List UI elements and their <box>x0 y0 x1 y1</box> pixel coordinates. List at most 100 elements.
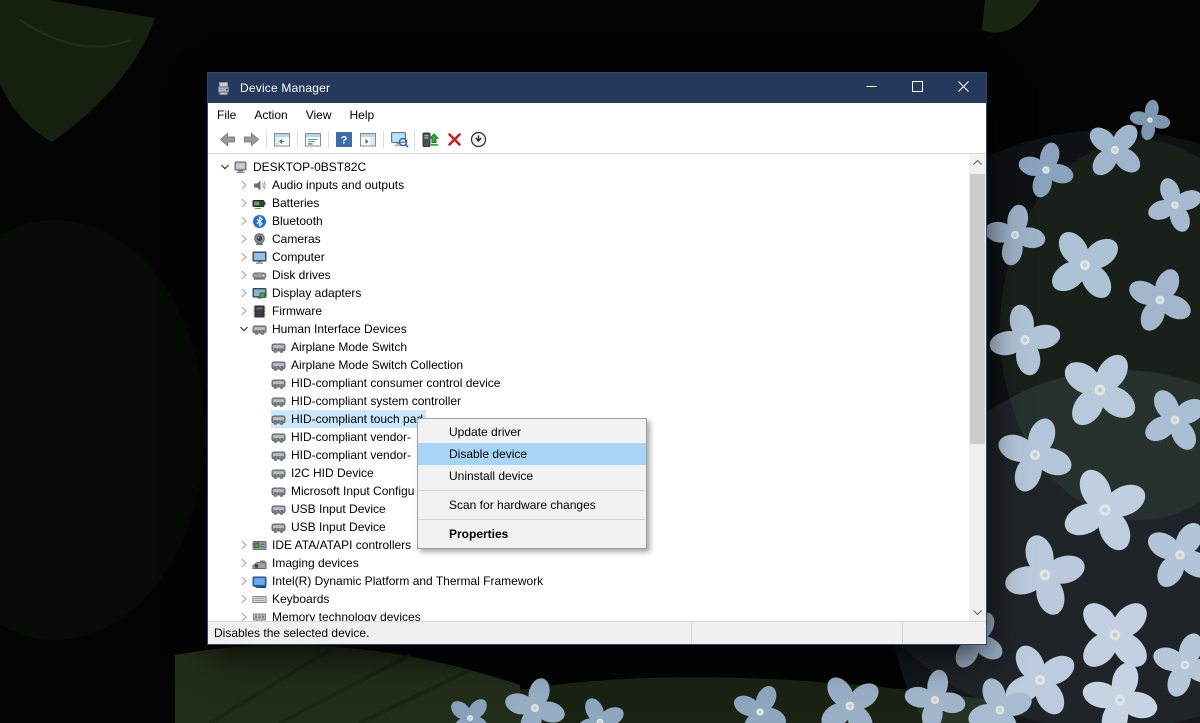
disable-device-button[interactable] <box>466 128 490 151</box>
tree-item[interactable]: Display adapters <box>252 284 364 302</box>
show-action-pane-button[interactable] <box>356 128 380 151</box>
help-button[interactable]: ? <box>332 128 356 151</box>
selected-tree-item[interactable]: HID-compliant touch pad <box>271 410 426 428</box>
tree-row[interactable]: Audio inputs and outputs <box>208 176 969 194</box>
tree-item[interactable]: USB Input Device <box>271 518 389 536</box>
tree-item[interactable]: DESKTOP-0BST82C <box>233 158 369 176</box>
window-title: Device Manager <box>240 81 330 95</box>
tree-item[interactable]: I2C HID Device <box>271 464 377 482</box>
show-hide-console-tree-button[interactable] <box>270 128 294 151</box>
tree-row[interactable]: Firmware <box>208 302 969 320</box>
tree-item[interactable]: Airplane Mode Switch <box>271 338 410 356</box>
tree-row[interactable]: Human Interface Devices <box>208 320 969 338</box>
caption-buttons <box>848 73 986 103</box>
context-menu-item-disable-device[interactable]: Disable device <box>418 443 646 465</box>
chevron-right-icon[interactable] <box>235 538 252 552</box>
maximize-button[interactable] <box>894 73 940 103</box>
tree-item[interactable]: Microsoft Input Configu <box>271 482 417 500</box>
context-menu-item-properties[interactable]: Properties <box>418 523 646 545</box>
tree-item[interactable]: Human Interface Devices <box>252 320 410 338</box>
tree-row[interactable]: HID-compliant system controller <box>208 392 969 410</box>
tree-item[interactable]: USB Input Device <box>271 500 389 518</box>
chevron-right-icon[interactable] <box>235 592 252 606</box>
context-menu-item-update-driver[interactable]: Update driver <box>418 421 646 443</box>
tree-row[interactable]: Display adapters <box>208 284 969 302</box>
tree-item[interactable]: Audio inputs and outputs <box>252 176 407 194</box>
chevron-right-icon[interactable] <box>235 250 252 264</box>
tree-item[interactable]: Cameras <box>252 230 324 248</box>
chevron-right-icon[interactable] <box>235 268 252 282</box>
tree-row[interactable]: Computer <box>208 248 969 266</box>
bluetooth-icon <box>252 214 267 229</box>
context-menu-item-scan-for-hardware-changes[interactable]: Scan for hardware changes <box>418 494 646 516</box>
tree-row[interactable]: Imaging devices <box>208 554 969 572</box>
tree-item[interactable]: HID-compliant consumer control device <box>271 374 503 392</box>
tree-item[interactable]: Memory technology devices <box>252 608 424 621</box>
back-arrow-icon <box>219 132 236 147</box>
scrollbar-up-arrow-icon[interactable] <box>969 154 986 171</box>
close-button[interactable] <box>940 73 986 103</box>
tree-item[interactable]: HID-compliant vendor- <box>271 446 414 464</box>
chevron-right-icon[interactable] <box>235 556 252 570</box>
tree-row[interactable]: Bluetooth <box>208 212 969 230</box>
tree-item-label: I2C HID Device <box>291 466 374 480</box>
chevron-right-icon[interactable] <box>235 304 252 318</box>
scrollbar-thumb[interactable] <box>970 174 985 444</box>
tree-item[interactable]: HID-compliant system controller <box>271 392 464 410</box>
back-button[interactable] <box>215 128 239 151</box>
tree-row[interactable]: Batteries <box>208 194 969 212</box>
minimize-button[interactable] <box>848 73 894 103</box>
tree-item[interactable]: IDE ATA/ATAPI controllers <box>252 536 414 554</box>
tree-item[interactable]: Computer <box>252 248 328 266</box>
tree-item[interactable]: Disk drives <box>252 266 334 284</box>
tree-row[interactable]: Memory technology devices <box>208 608 969 621</box>
tree-item[interactable]: Bluetooth <box>252 212 326 230</box>
scan-for-hardware-changes-button[interactable] <box>387 128 411 151</box>
hid-icon <box>271 466 286 481</box>
chevron-right-icon[interactable] <box>235 232 252 246</box>
chevron-right-icon[interactable] <box>235 610 252 621</box>
chevron-down-icon[interactable] <box>235 322 252 336</box>
tree-item-label: Memory technology devices <box>272 610 421 621</box>
tree-item-label: HID-compliant consumer control device <box>291 376 500 390</box>
menu-file[interactable]: File <box>208 103 245 126</box>
toolbar-separator <box>266 131 267 148</box>
tree-item[interactable]: Firmware <box>252 302 325 320</box>
toolbar-separator <box>297 131 298 148</box>
menu-help[interactable]: Help <box>341 103 384 126</box>
tree-row[interactable]: DESKTOP-0BST82C <box>208 158 969 176</box>
tree-item[interactable]: HID-compliant vendor- <box>271 428 414 446</box>
tree-row[interactable]: Intel(R) Dynamic Platform and Thermal Fr… <box>208 572 969 590</box>
chevron-right-icon[interactable] <box>235 214 252 228</box>
tree-item[interactable]: Imaging devices <box>252 554 362 572</box>
uninstall-device-button[interactable] <box>442 128 466 151</box>
vertical-scrollbar[interactable] <box>969 154 986 621</box>
properties-button[interactable] <box>301 128 325 151</box>
tree-item[interactable]: Batteries <box>252 194 322 212</box>
scrollbar-down-arrow-icon[interactable] <box>969 604 986 621</box>
tree-item[interactable]: Intel(R) Dynamic Platform and Thermal Fr… <box>252 572 546 590</box>
tree-row[interactable]: Airplane Mode Switch <box>208 338 969 356</box>
tree-row[interactable]: Disk drives <box>208 266 969 284</box>
titlebar[interactable]: Device Manager <box>208 73 986 103</box>
chevron-right-icon[interactable] <box>235 196 252 210</box>
tree-row[interactable]: Airplane Mode Switch Collection <box>208 356 969 374</box>
imaging-icon <box>252 556 267 571</box>
tree-item-label: Audio inputs and outputs <box>272 178 404 192</box>
battery-icon <box>252 196 267 211</box>
chevron-right-icon[interactable] <box>235 574 252 588</box>
tree-item[interactable]: Keyboards <box>252 590 332 608</box>
menu-action[interactable]: Action <box>245 103 296 126</box>
update-driver-button[interactable] <box>418 128 442 151</box>
menu-view[interactable]: View <box>297 103 341 126</box>
chevron-right-icon[interactable] <box>235 178 252 192</box>
chevron-down-icon[interactable] <box>216 160 233 174</box>
context-menu-item-uninstall-device[interactable]: Uninstall device <box>418 465 646 487</box>
chevron-right-icon[interactable] <box>235 286 252 300</box>
tree-row[interactable]: HID-compliant consumer control device <box>208 374 969 392</box>
tree-row[interactable]: Keyboards <box>208 590 969 608</box>
toolbar-separator <box>414 131 415 148</box>
forward-button[interactable] <box>239 128 263 151</box>
tree-item[interactable]: Airplane Mode Switch Collection <box>271 356 466 374</box>
tree-row[interactable]: Cameras <box>208 230 969 248</box>
